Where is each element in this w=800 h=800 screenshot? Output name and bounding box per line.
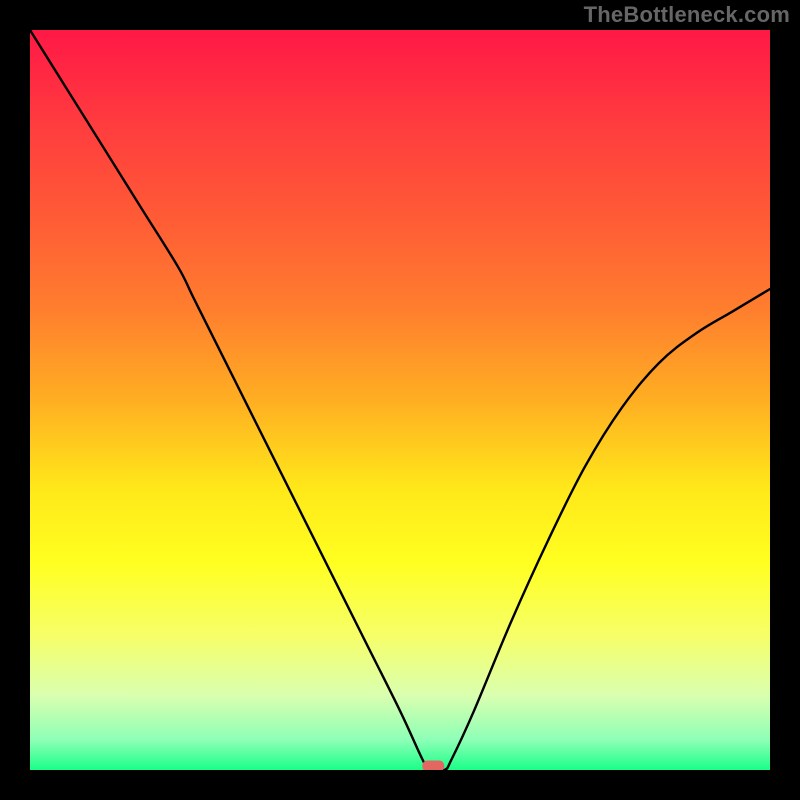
watermark-label: TheBottleneck.com bbox=[584, 2, 790, 28]
gradient-background bbox=[30, 30, 770, 770]
chart-stage: TheBottleneck.com bbox=[0, 0, 800, 800]
minimum-marker bbox=[422, 761, 444, 771]
chart-svg bbox=[30, 30, 770, 770]
plot-area bbox=[30, 30, 770, 770]
